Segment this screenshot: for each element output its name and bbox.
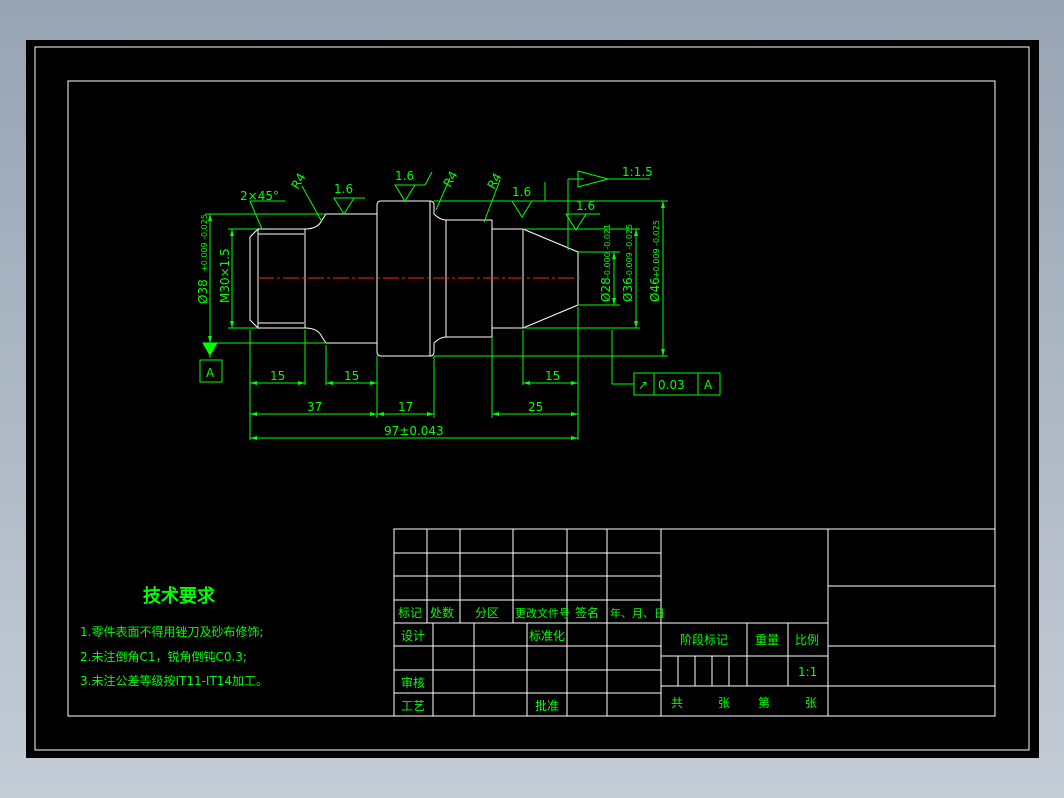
thread-label: M30×1.5 xyxy=(218,248,232,303)
dim-25: 25 xyxy=(528,400,543,414)
dia-left-tol: +0.009 -0.025 xyxy=(200,214,209,272)
weight-label: 重量 xyxy=(755,633,779,647)
datum-label: A xyxy=(206,366,215,380)
dia-28-tol: -0.000 -0.021 xyxy=(603,224,612,278)
header-change-doc: 更改文件号 xyxy=(515,606,570,620)
dia-36: Ø36 xyxy=(621,277,635,302)
process-label: 工艺 xyxy=(401,699,425,713)
dim-total: 97±0.043 xyxy=(384,424,444,438)
roughness-4: 1.6 xyxy=(576,199,595,213)
header-count: 处数 xyxy=(430,605,454,620)
dia-46-tol: +0.009 -0.025 xyxy=(652,220,661,278)
cad-drawing: 2×45° 1.6 1.6 1.6 1.6 R4 R4 R4 1:1.5 A ↗… xyxy=(26,40,1039,758)
scale-label: 比例 xyxy=(795,633,819,647)
sheet-unit-2: 张 xyxy=(805,696,817,710)
tech-item-1: 1.零件表面不得用锉刀及砂布修饰; xyxy=(80,624,264,639)
dia-36-tol: -0.009 -0.025 xyxy=(625,224,634,278)
design-label: 设计 xyxy=(401,629,425,643)
header-zone: 分区 xyxy=(475,606,499,620)
header-date: 年、月、日 xyxy=(610,606,665,620)
tech-item-2: 2.未注倒角C1，锐角倒钝C0.3; xyxy=(80,649,247,664)
roughness-1: 1.6 xyxy=(334,182,353,196)
roughness-2: 1.6 xyxy=(395,169,414,183)
dim-15-c: 15 xyxy=(545,369,560,383)
dim-15-a: 15 xyxy=(270,369,285,383)
dia-28: Ø28 xyxy=(599,277,613,302)
taper-ratio: 1:1.5 xyxy=(622,165,653,179)
runout-symbol: ↗ xyxy=(638,378,648,392)
dim-17: 17 xyxy=(398,400,413,414)
chamfer-label: 2×45° xyxy=(240,189,279,203)
review-label: 审核 xyxy=(401,675,425,690)
dim-15-b: 15 xyxy=(344,369,359,383)
header-signature: 签名 xyxy=(575,605,599,620)
dia-left: Ø38 xyxy=(196,279,210,304)
approve-label: 批准 xyxy=(535,698,559,713)
dia-46: Ø46 xyxy=(648,277,662,302)
runout-value: 0.03 xyxy=(658,378,685,392)
standardize-label: 标准化 xyxy=(529,629,565,643)
dim-37: 37 xyxy=(307,400,322,414)
stage-mark-label: 阶段标记 xyxy=(680,632,728,647)
runout-datum: A xyxy=(704,378,713,392)
header-mark: 标记 xyxy=(398,606,422,620)
tech-title: 技术要求 xyxy=(143,585,216,607)
roughness-3: 1.6 xyxy=(512,185,531,199)
sheet-unit-1: 张 xyxy=(718,696,730,710)
scale-value: 1:1 xyxy=(798,665,817,679)
sheet-no-label: 第 xyxy=(758,696,770,710)
tech-item-3: 3.未注公差等级按IT11-IT14加工。 xyxy=(80,673,268,688)
total-sheets-label: 共 xyxy=(671,696,683,710)
